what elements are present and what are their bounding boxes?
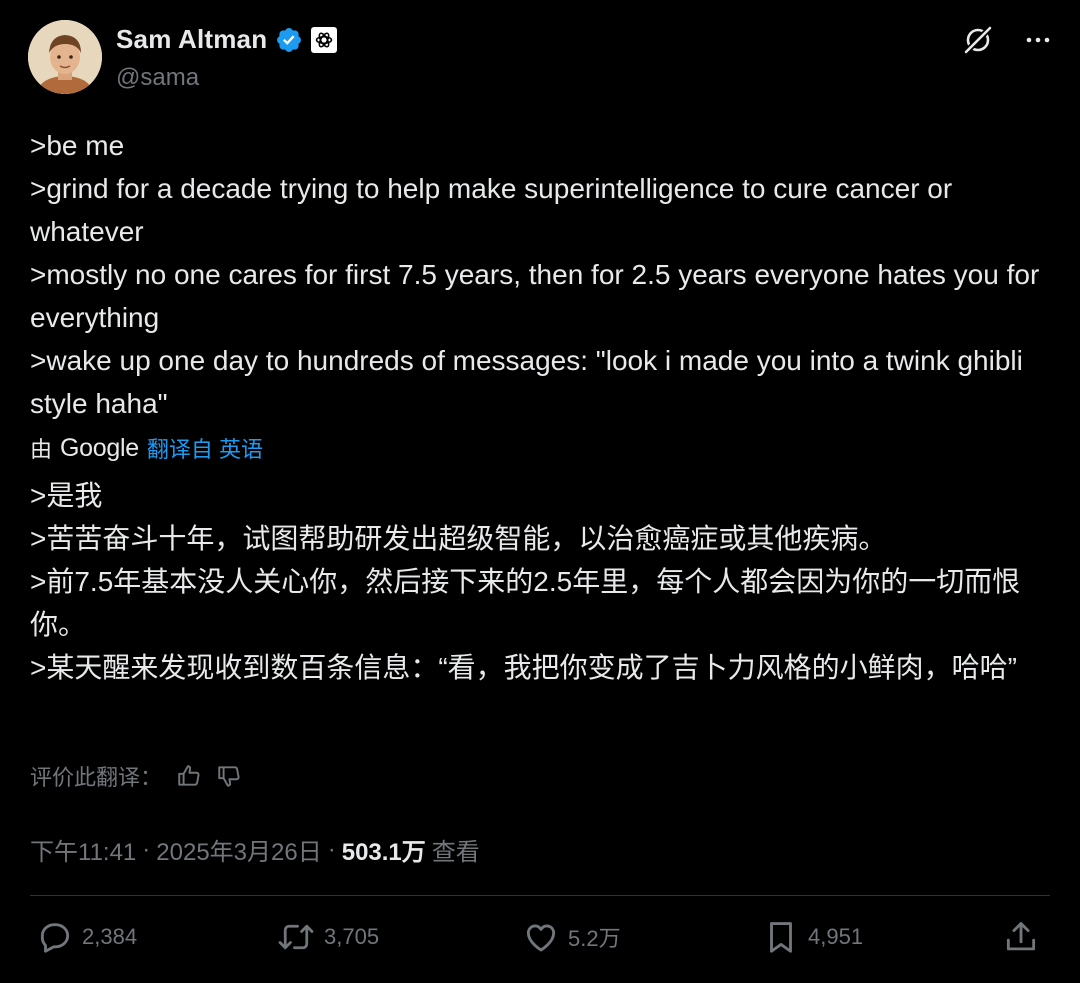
translated-text: >是我 >苦苦奋斗十年，试图帮助研发出超级智能，以治愈癌症或其他疾病。 >前7.… xyxy=(30,474,1060,689)
reply-button[interactable]: 2,384 xyxy=(36,918,137,956)
more-options-icon[interactable] xyxy=(1024,26,1052,54)
translated-line: >某天醒来发现收到数百条信息：“看，我把你变成了吉卜力风格的小鲜肉，哈哈” xyxy=(30,652,1018,683)
author-name[interactable]: Sam Altman xyxy=(116,24,267,55)
tweet-line: >mostly no one cares for first 7.5 years… xyxy=(30,259,1048,333)
views-count[interactable]: 503.1万 xyxy=(342,832,426,867)
repost-button[interactable]: 3,705 xyxy=(276,918,379,956)
engagement-bar: 2,384 3,705 5.2万 4,951 xyxy=(36,918,1044,962)
tweet-line: >grind for a decade trying to help make … xyxy=(30,173,960,247)
heart-icon xyxy=(526,924,556,952)
grok-icon[interactable] xyxy=(962,24,994,56)
meta-separator: · xyxy=(327,835,336,863)
like-count: 5.2万 xyxy=(568,926,621,951)
translated-line: >苦苦奋斗十年，试图帮助研发出超级智能，以治愈癌症或其他疾病。 xyxy=(30,523,887,554)
rate-translation-label: 评价此翻译： xyxy=(30,765,163,790)
translation-attribution: 由 Google 翻译自 英语 xyxy=(30,432,263,464)
bookmark-icon xyxy=(770,922,792,953)
like-button[interactable]: 5.2万 xyxy=(522,918,621,956)
divider xyxy=(30,895,1050,896)
google-logo: Google xyxy=(60,433,139,462)
translated-line: >前7.5年基本没人关心你，然后接下来的2.5年里，每个人都会因为你的一切而恨你… xyxy=(30,566,1021,640)
share-button[interactable] xyxy=(1002,918,1040,956)
name-row: Sam Altman xyxy=(116,24,338,55)
meta-separator: · xyxy=(142,835,151,863)
tweet-date[interactable]: 2025年3月26日 xyxy=(156,832,321,867)
reply-icon xyxy=(40,923,70,953)
openai-logo-icon[interactable] xyxy=(311,26,338,53)
repost-icon xyxy=(278,924,314,950)
bookmark-count: 4,951 xyxy=(808,924,864,949)
repost-count: 3,705 xyxy=(324,924,380,949)
views-label: 查看 xyxy=(431,839,480,866)
header-actions xyxy=(962,24,1052,56)
tweet-line: >wake up one day to hundreds of messages… xyxy=(30,345,1031,419)
avatar[interactable] xyxy=(28,20,102,94)
tweet-text: >be me >grind for a decade trying to hel… xyxy=(30,124,1060,425)
tweet-meta: 下午11:41 · 2025年3月26日 · 503.1万 查看 xyxy=(30,832,480,867)
reply-count: 2,384 xyxy=(82,924,138,949)
rate-translation: 评价此翻译： xyxy=(30,760,242,792)
translated-line: >是我 xyxy=(30,480,103,511)
bookmark-button[interactable]: 4,951 xyxy=(762,918,863,956)
tweet-line: >be me xyxy=(30,130,125,161)
translated-from-link[interactable]: 翻译自 英语 xyxy=(147,432,263,464)
thumbs-up-icon[interactable] xyxy=(176,763,202,789)
thumbs-down-icon[interactable] xyxy=(216,763,242,789)
avatar-illustration xyxy=(28,20,102,94)
author-handle[interactable]: @sama xyxy=(116,64,199,92)
share-icon xyxy=(1006,922,1036,951)
verified-badge-icon[interactable] xyxy=(275,26,303,54)
tweet-time[interactable]: 下午11:41 xyxy=(30,832,136,867)
translation-prefix: 由 xyxy=(30,437,53,462)
tweet-header: Sam Altman @sama xyxy=(28,20,1052,96)
